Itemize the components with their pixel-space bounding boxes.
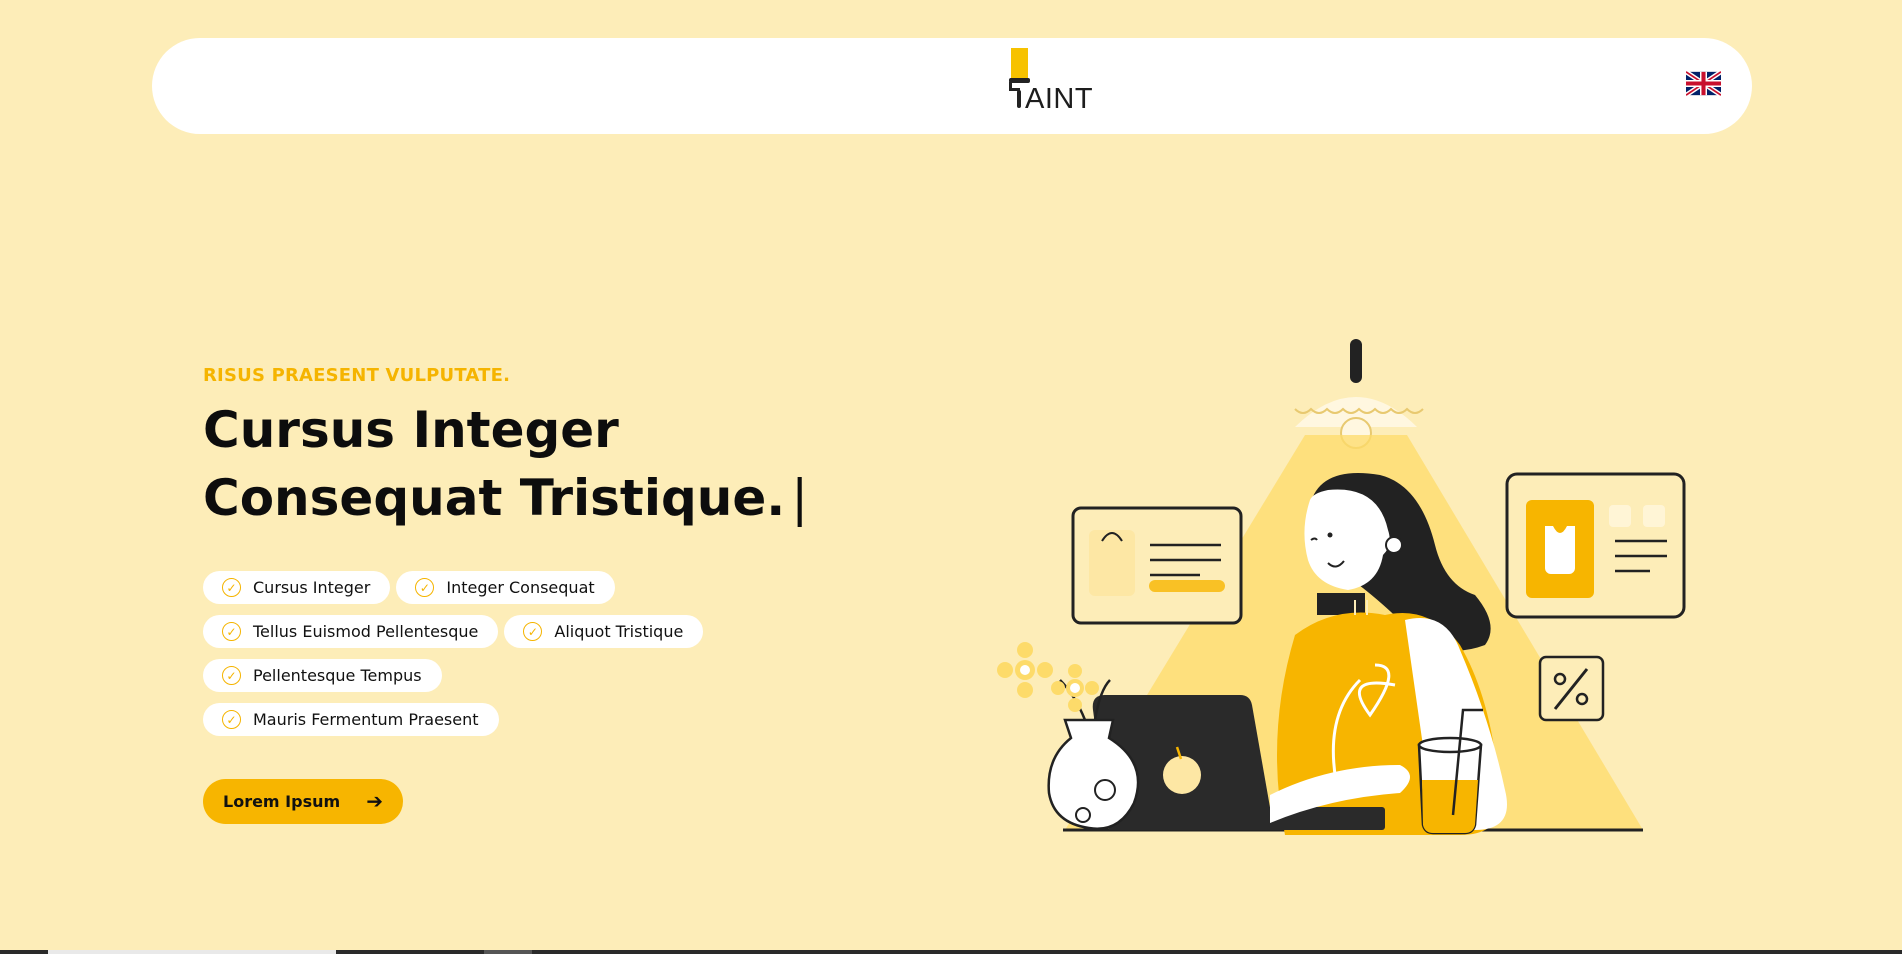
feature-tag: ✓ Pellentesque Tempus	[203, 659, 442, 692]
feature-tag-label: Mauris Fermentum Praesent	[253, 710, 479, 729]
feature-tag-label: Cursus Integer	[253, 578, 371, 597]
headline-line-2: Consequat Tristique.	[203, 469, 786, 527]
feature-tag: ✓ Integer Consequat	[396, 571, 615, 604]
feature-tag-label: Aliquot Tristique	[554, 622, 684, 641]
feature-tag: ✓ Tellus Euismod Pellentesque	[203, 615, 499, 648]
strip-segment	[48, 950, 336, 954]
feature-tag: ✓ Mauris Fermentum Praesent	[203, 703, 499, 736]
page: AINT RISUS PRAESENT VULPUTATE. Cursus In…	[0, 0, 1902, 954]
check-circle-icon: ✓	[523, 622, 543, 641]
hero-eyebrow: RISUS PRAESENT VULPUTATE.	[203, 365, 511, 386]
site-header: AINT	[152, 38, 1752, 134]
check-circle-icon: ✓	[222, 710, 241, 729]
check-circle-icon: ✓	[415, 578, 435, 597]
hero-headline: Cursus Integer Consequat Tristique. |	[203, 396, 903, 532]
arrow-right-icon: ➔	[366, 789, 383, 813]
lorem-ipsum-button[interactable]: Lorem Ipsum ➔	[203, 779, 403, 824]
typing-caret: |	[791, 469, 809, 527]
check-circle-icon: ✓	[222, 578, 241, 597]
feature-tag-label: Integer Consequat	[446, 578, 595, 597]
headline-line-1: Cursus Integer	[203, 401, 619, 459]
bottom-scroll-strip	[0, 950, 1902, 954]
logo-text: AINT	[1025, 83, 1094, 115]
uk-flag-icon[interactable]	[1686, 70, 1721, 97]
feature-tag-label: Tellus Euismod Pellentesque	[253, 622, 479, 641]
check-circle-icon: ✓	[222, 666, 241, 685]
feature-tags: ✓ Cursus Integer ✓ Integer Consequat ✓ Tell…	[203, 571, 763, 747]
check-circle-icon: ✓	[222, 622, 241, 641]
feature-tag: ✓ Aliquot Tristique	[504, 615, 704, 648]
feature-tag: ✓ Cursus Integer	[203, 571, 391, 604]
feature-tag-label: Pellentesque Tempus	[253, 666, 422, 685]
cta-label: Lorem Ipsum	[223, 792, 341, 811]
strip-segment	[484, 950, 532, 954]
woman-laptop-illustration	[997, 339, 1686, 835]
paint-logo[interactable]: AINT	[1007, 48, 1117, 114]
